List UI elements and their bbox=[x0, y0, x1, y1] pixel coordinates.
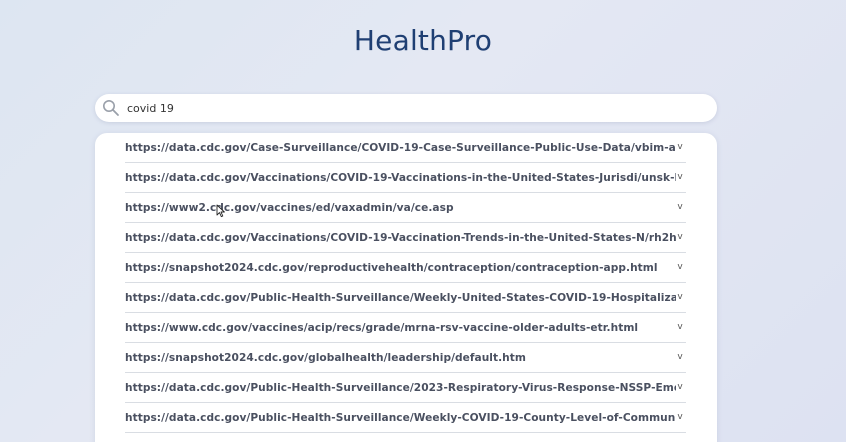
result-url-link[interactable]: https://data.cdc.gov/Case-Surveillance/C… bbox=[125, 142, 676, 154]
app-title: HealthPro bbox=[353, 24, 493, 57]
results-panel: https://data.cdc.gov/Case-Surveillance/C… bbox=[95, 133, 717, 442]
chevron-down-icon[interactable]: v bbox=[676, 412, 684, 422]
chevron-down-icon[interactable]: v bbox=[676, 262, 684, 272]
search-icon[interactable] bbox=[101, 98, 121, 118]
result-item[interactable]: https://www2.cdc.gov/vaccines/ed/vaxadmi… bbox=[125, 193, 686, 223]
chevron-down-icon[interactable]: v bbox=[676, 352, 684, 362]
result-item[interactable]: https://data.cdc.gov/Case-Surveillance/C… bbox=[125, 133, 686, 163]
result-list: https://data.cdc.gov/Case-Surveillance/C… bbox=[125, 133, 686, 442]
result-item[interactable]: https://www.cdc.gov/vaccines/acip/recs/g… bbox=[125, 313, 686, 343]
result-url-link[interactable]: https://data.cdc.gov/Public-Health-Surve… bbox=[125, 412, 676, 424]
result-url-link[interactable]: https://data.cdc.gov/Public-Health-Surve… bbox=[125, 292, 676, 304]
result-item[interactable]: https://data.cdc.gov/Vaccinations/COVID-… bbox=[125, 223, 686, 253]
chevron-down-icon[interactable]: v bbox=[676, 292, 684, 302]
result-item[interactable]: https://snapshot2024.cdc.gov/reproductiv… bbox=[125, 253, 686, 283]
result-url-link[interactable]: https://www2.cdc.gov/vaccines/ed/vaxadmi… bbox=[125, 202, 676, 214]
result-item[interactable]: https://data.cdc.gov/Public-Health-Surve… bbox=[125, 373, 686, 403]
chevron-down-icon[interactable]: v bbox=[676, 142, 684, 152]
result-item[interactable]: https://data.cdc.gov/Public-Health-Surve… bbox=[125, 403, 686, 433]
result-url-link[interactable]: https://snapshot2024.cdc.gov/globalhealt… bbox=[125, 352, 676, 364]
search-input[interactable] bbox=[127, 101, 687, 115]
result-item[interactable]: https://data.cdc.gov/Public-Health-Surve… bbox=[125, 283, 686, 313]
result-url-link[interactable]: https://snapshot2024.cdc.gov/reproductiv… bbox=[125, 262, 676, 274]
result-url-link[interactable]: https://data.cdc.gov/Vaccinations/COVID-… bbox=[125, 232, 676, 244]
result-item[interactable]: https://data.cdc.gov/v bbox=[125, 433, 686, 442]
chevron-down-icon[interactable]: v bbox=[676, 232, 684, 242]
chevron-down-icon[interactable]: v bbox=[676, 172, 684, 182]
search-bar[interactable] bbox=[95, 94, 717, 122]
result-url-link[interactable]: https://www.cdc.gov/vaccines/acip/recs/g… bbox=[125, 322, 676, 334]
chevron-down-icon[interactable]: v bbox=[676, 382, 684, 392]
result-url-link[interactable]: https://data.cdc.gov/Public-Health-Surve… bbox=[125, 382, 676, 394]
result-item[interactable]: https://data.cdc.gov/Vaccinations/COVID-… bbox=[125, 163, 686, 193]
result-url-link[interactable]: https://data.cdc.gov/Vaccinations/COVID-… bbox=[125, 172, 676, 184]
chevron-down-icon[interactable]: v bbox=[676, 322, 684, 332]
chevron-down-icon[interactable]: v bbox=[676, 202, 684, 212]
result-item[interactable]: https://snapshot2024.cdc.gov/globalhealt… bbox=[125, 343, 686, 373]
mouse-cursor-icon bbox=[216, 204, 225, 218]
